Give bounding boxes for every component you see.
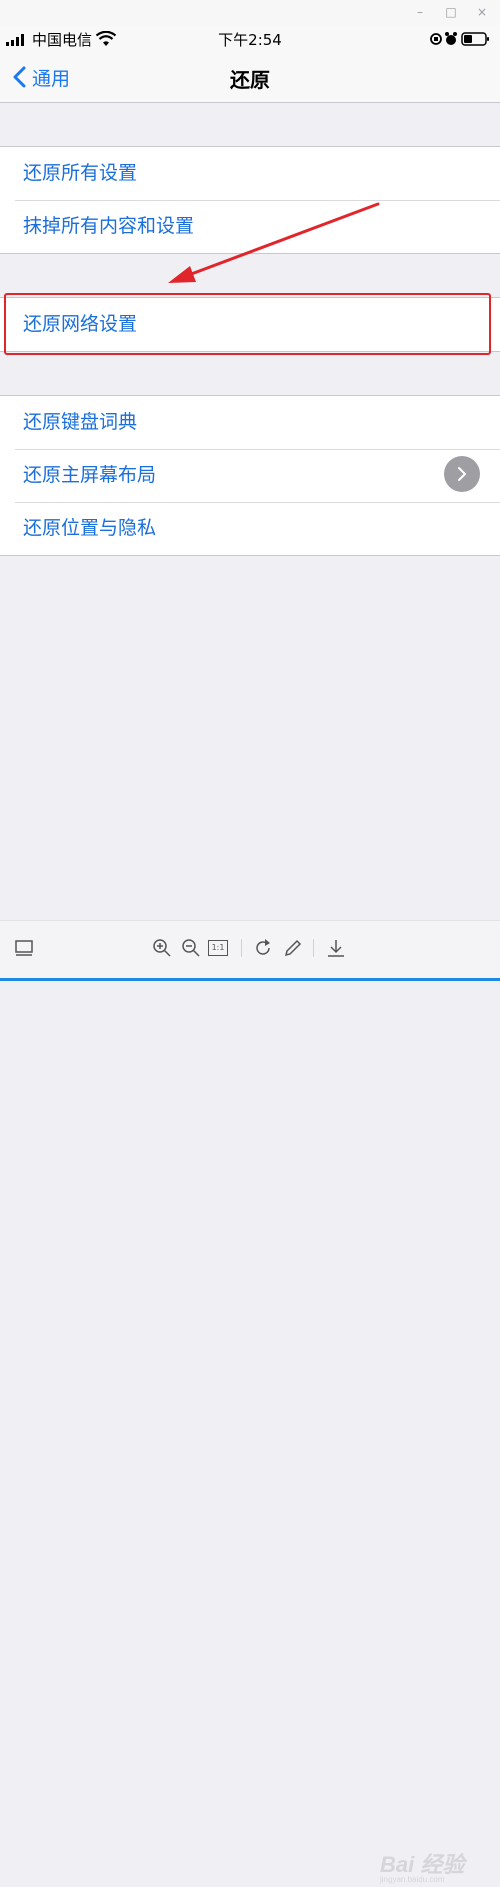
actual-size-button[interactable]: 1:1 (208, 940, 228, 956)
maximize-button[interactable]: □ (443, 4, 459, 20)
watermark-sub: jingyan.baidu.com (380, 1875, 445, 1884)
status-right-icons (430, 32, 489, 46)
reset-all-settings-cell[interactable]: 还原所有设置 (0, 147, 500, 200)
toolbar-divider (313, 939, 314, 957)
chevron-right-icon (458, 467, 466, 481)
watermark-text: Bai 经验 (380, 1852, 465, 1877)
status-time: 下午2:54 (218, 31, 282, 49)
orientation-lock-icon (430, 33, 442, 45)
highlight-box (4, 293, 491, 355)
edit-pencil-icon[interactable] (283, 938, 303, 958)
settings-group-1: 还原所有设置 抹掉所有内容和设置 (0, 146, 500, 254)
page-title: 还原 (230, 68, 270, 92)
reset-home-screen-layout-cell[interactable]: 还原主屏幕布局 (0, 449, 500, 502)
thumbnail-icon[interactable] (14, 938, 34, 958)
assistive-touch-button[interactable] (444, 456, 480, 492)
alarm-icon (445, 32, 457, 45)
rotate-icon[interactable] (253, 938, 273, 958)
baidu-watermark: Bai 经验 jingyan.baidu.com (380, 1847, 490, 1887)
viewer-toolbar: 1:1 Bai 经验 jingyan.baidu.com (0, 920, 500, 1884)
minimize-button[interactable]: – (412, 4, 428, 20)
toolbar-divider (241, 939, 242, 957)
settings-group-3: 还原键盘词典 还原主屏幕布局 还原位置与隐私 (0, 395, 500, 556)
erase-all-content-cell[interactable]: 抹掉所有内容和设置 (0, 200, 500, 253)
navigation-bar: 通用 还原 (0, 52, 500, 103)
zoom-in-icon[interactable] (152, 938, 172, 958)
battery-icon (461, 32, 489, 46)
status-bar: 中国电信 下午2:54 (0, 26, 500, 52)
download-icon[interactable] (326, 938, 346, 958)
window-titlebar: – □ × (0, 0, 500, 26)
close-button[interactable]: × (474, 4, 490, 20)
reset-keyboard-dictionary-cell[interactable]: 还原键盘词典 (0, 396, 500, 449)
zoom-out-icon[interactable] (181, 938, 201, 958)
reset-location-privacy-cell[interactable]: 还原位置与隐私 (0, 502, 500, 555)
